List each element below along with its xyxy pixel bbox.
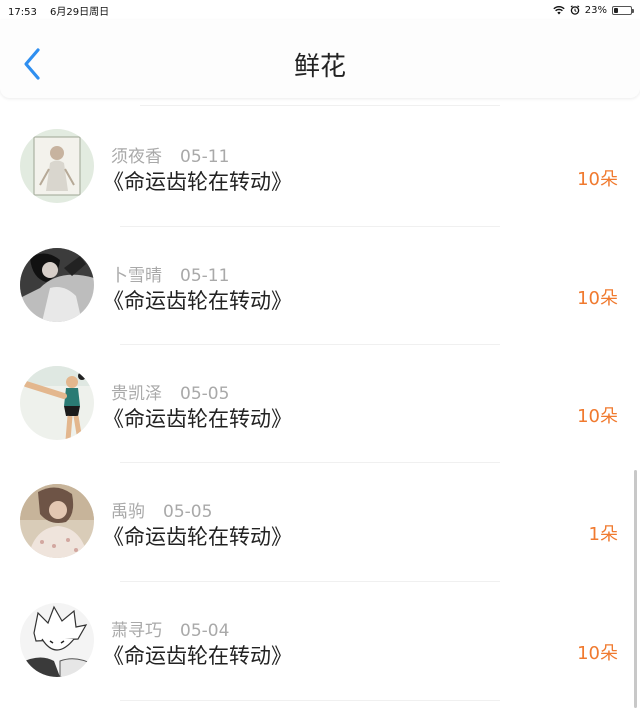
list-item[interactable]: 萧寻巧 05-04 《命运齿轮在转动》 10朵 (0, 582, 640, 700)
flower-count: 10朵 (577, 406, 618, 427)
row-meta: 贵凯泽 05-05 (111, 379, 229, 404)
avatar-image (20, 603, 94, 677)
row-meta: 卜雪晴 05-11 (111, 261, 229, 286)
row-date: 05-04 (180, 621, 230, 641)
alarm-icon (570, 5, 580, 15)
divider (120, 700, 500, 701)
book-title: 《命运齿轮在转动》 (103, 170, 292, 194)
status-left: 17:53 6月29日周日 (8, 3, 119, 18)
avatar (20, 603, 94, 677)
flower-count: 10朵 (577, 643, 618, 664)
divider (140, 105, 500, 106)
user-name: 贵凯泽 (111, 384, 162, 404)
avatar (20, 129, 94, 203)
user-name: 卜雪晴 (111, 266, 162, 286)
battery-fill (614, 7, 618, 13)
status-date: 6月29日周日 (50, 6, 110, 18)
row-date: 05-11 (180, 147, 230, 167)
flower-count: 10朵 (577, 288, 618, 309)
book-title: 《命运齿轮在转动》 (103, 644, 292, 668)
flower-count: 10朵 (577, 169, 618, 190)
status-time: 17:53 (8, 6, 37, 18)
row-meta: 须夜香 05-11 (111, 142, 229, 167)
user-name: 禹驹 (111, 502, 145, 522)
avatar-image (20, 484, 94, 558)
list-item[interactable]: 卜雪晴 05-11 《命运齿轮在转动》 10朵 (0, 227, 640, 345)
list-item[interactable]: 须夜香 05-11 《命运齿轮在转动》 10朵 (0, 108, 640, 226)
avatar-image (20, 366, 94, 440)
book-title: 《命运齿轮在转动》 (103, 289, 292, 313)
row-date: 05-05 (180, 384, 230, 404)
book-title: 《命运齿轮在转动》 (103, 525, 292, 549)
battery-icon (612, 5, 634, 15)
list-item[interactable]: 禹驹 05-05 《命运齿轮在转动》 1朵 (0, 463, 640, 581)
avatar (20, 366, 94, 440)
book-title: 《命运齿轮在转动》 (103, 407, 292, 431)
row-meta: 萧寻巧 05-04 (111, 616, 229, 641)
list-item[interactable]: 贵凯泽 05-05 《命运齿轮在转动》 10朵 (0, 345, 640, 463)
page-title: 鲜花 (293, 52, 346, 82)
scrollbar[interactable] (634, 470, 637, 708)
row-date: 05-05 (163, 502, 213, 522)
wifi-icon (553, 5, 565, 15)
avatar-image (20, 248, 94, 322)
battery-percent: 23% (584, 4, 607, 16)
avatar (20, 248, 94, 322)
row-meta: 禹驹 05-05 (111, 497, 212, 522)
user-name: 萧寻巧 (111, 621, 162, 641)
user-name: 须夜香 (111, 147, 162, 167)
nav-bar: 鲜花 (0, 20, 640, 98)
avatar-image (20, 129, 94, 203)
status-bar: 17:53 6月29日周日 23% (0, 0, 640, 20)
row-date: 05-11 (180, 266, 230, 286)
status-right: 23% (553, 4, 634, 16)
avatar (20, 484, 94, 558)
flower-count: 1朵 (588, 524, 618, 545)
